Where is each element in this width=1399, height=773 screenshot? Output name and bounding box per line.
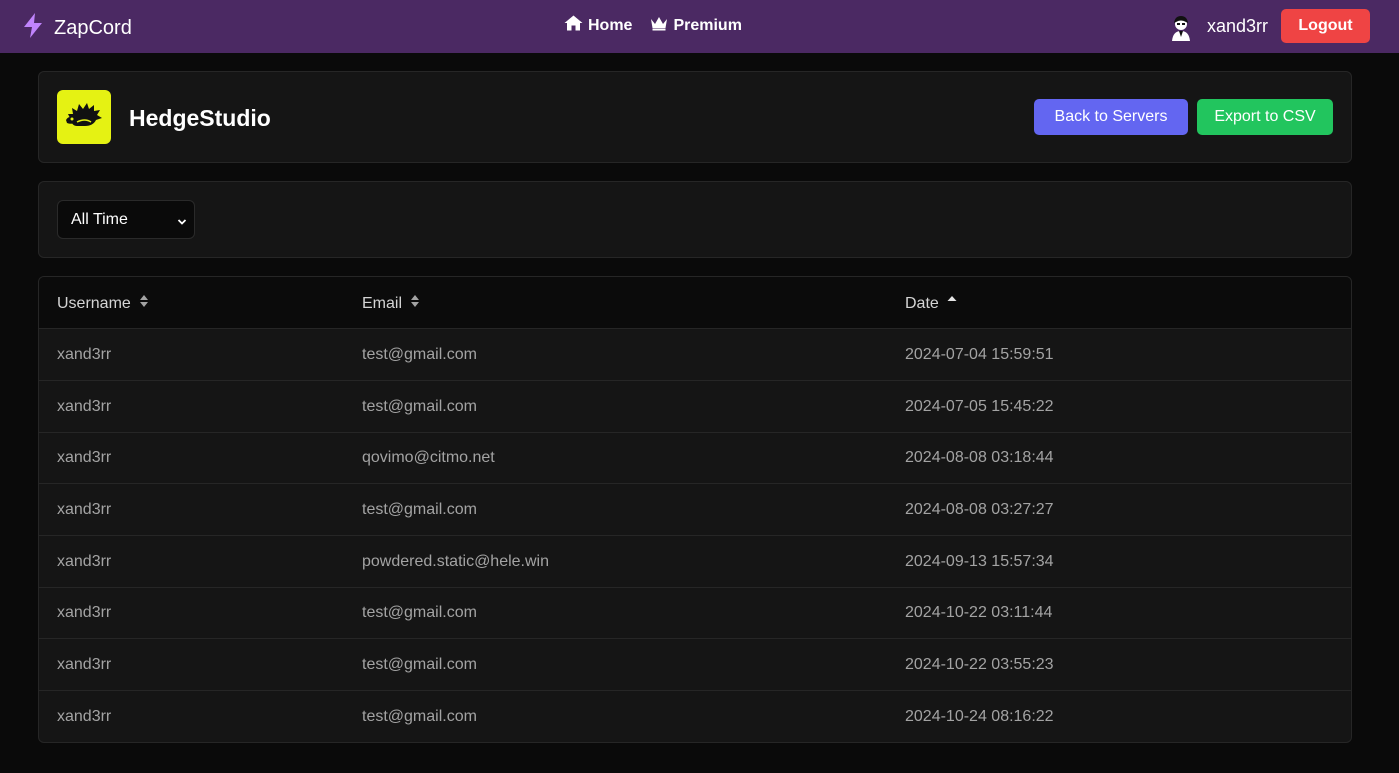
filter-card: All Time bbox=[38, 181, 1352, 258]
nav-home-label: Home bbox=[588, 16, 633, 34]
nav-home-link[interactable]: Home bbox=[564, 15, 632, 36]
table-row: xand3rr test@gmail.com 2024-10-22 03:11:… bbox=[39, 587, 1351, 639]
cell-date: 2024-08-08 03:18:44 bbox=[905, 449, 1054, 466]
brand[interactable]: ZapCord bbox=[22, 12, 132, 44]
server-name: HedgeStudio bbox=[129, 105, 271, 131]
table-row: xand3rr test@gmail.com 2024-10-24 08:16:… bbox=[39, 691, 1351, 742]
main-nav: Home Premium bbox=[564, 15, 742, 36]
table-row: xand3rr powdered.static@hele.win 2024-09… bbox=[39, 536, 1351, 588]
column-header-username[interactable]: Username bbox=[57, 294, 149, 313]
hedgehog-icon bbox=[63, 100, 105, 135]
table-row: xand3rr test@gmail.com 2024-08-08 03:27:… bbox=[39, 484, 1351, 536]
cell-username: xand3rr bbox=[57, 501, 112, 518]
avatar[interactable] bbox=[1170, 15, 1192, 41]
cell-email: test@gmail.com bbox=[362, 604, 477, 621]
time-range-select[interactable]: All Time bbox=[57, 200, 195, 239]
cell-date: 2024-10-22 03:11:44 bbox=[905, 604, 1053, 621]
export-csv-button[interactable]: Export to CSV bbox=[1197, 99, 1333, 135]
server-header-card: HedgeStudio Back to Servers Export to CS… bbox=[38, 71, 1352, 163]
cell-username: xand3rr bbox=[57, 708, 112, 725]
table-row: xand3rr test@gmail.com 2024-10-22 03:55:… bbox=[39, 639, 1351, 691]
cell-username: xand3rr bbox=[57, 449, 112, 466]
sort-icon bbox=[410, 294, 420, 313]
cell-email: test@gmail.com bbox=[362, 708, 477, 725]
brand-name: ZapCord bbox=[54, 16, 132, 39]
cell-date: 2024-08-08 03:27:27 bbox=[905, 501, 1054, 518]
column-label: Username bbox=[57, 294, 131, 312]
table-row: xand3rr test@gmail.com 2024-07-05 15:45:… bbox=[39, 381, 1351, 433]
cell-username: xand3rr bbox=[57, 604, 112, 621]
cell-email: test@gmail.com bbox=[362, 346, 477, 363]
column-label: Date bbox=[905, 294, 939, 312]
table-row: xand3rr test@gmail.com 2024-07-04 15:59:… bbox=[39, 329, 1351, 381]
server-logo bbox=[57, 90, 111, 144]
table-row: xand3rr qovimo@citmo.net 2024-08-08 03:1… bbox=[39, 432, 1351, 484]
top-navbar: ZapCord Home Premium xand3rr Logout bbox=[0, 0, 1399, 53]
sort-ascending-icon bbox=[947, 294, 957, 313]
sort-icon bbox=[139, 294, 149, 313]
cell-date: 2024-07-04 15:59:51 bbox=[905, 346, 1054, 363]
cell-date: 2024-07-05 15:45:22 bbox=[905, 398, 1054, 415]
nav-premium-link[interactable]: Premium bbox=[650, 15, 742, 36]
column-header-date[interactable]: Date bbox=[905, 294, 957, 313]
time-range-value: All Time bbox=[71, 210, 128, 228]
signups-table: Username Email Date xand3rr test@gmail.c… bbox=[38, 276, 1352, 743]
cell-email: test@gmail.com bbox=[362, 656, 477, 673]
cell-email: qovimo@citmo.net bbox=[362, 449, 495, 466]
nav-premium-label: Premium bbox=[673, 16, 742, 34]
back-to-servers-button[interactable]: Back to Servers bbox=[1034, 99, 1188, 135]
cell-date: 2024-09-13 15:57:34 bbox=[905, 553, 1054, 570]
cell-username: xand3rr bbox=[57, 656, 112, 673]
crown-icon bbox=[650, 16, 668, 36]
column-header-email[interactable]: Email bbox=[362, 294, 420, 313]
cell-email: test@gmail.com bbox=[362, 398, 477, 415]
cell-username: xand3rr bbox=[57, 398, 112, 415]
table-header: Username Email Date bbox=[39, 277, 1351, 329]
cell-username: xand3rr bbox=[57, 346, 112, 363]
cell-date: 2024-10-24 08:16:22 bbox=[905, 708, 1054, 725]
home-icon bbox=[564, 15, 583, 36]
cell-date: 2024-10-22 03:55:23 bbox=[905, 656, 1054, 673]
lightning-icon bbox=[22, 12, 44, 44]
cell-username: xand3rr bbox=[57, 553, 112, 570]
user-area: xand3rr Logout bbox=[1170, 9, 1370, 43]
cell-email: powdered.static@hele.win bbox=[362, 553, 550, 570]
logout-button[interactable]: Logout bbox=[1281, 9, 1370, 43]
column-label: Email bbox=[362, 294, 403, 312]
cell-email: test@gmail.com bbox=[362, 501, 477, 518]
chevron-down-icon bbox=[177, 214, 187, 232]
username: xand3rr bbox=[1206, 15, 1268, 36]
